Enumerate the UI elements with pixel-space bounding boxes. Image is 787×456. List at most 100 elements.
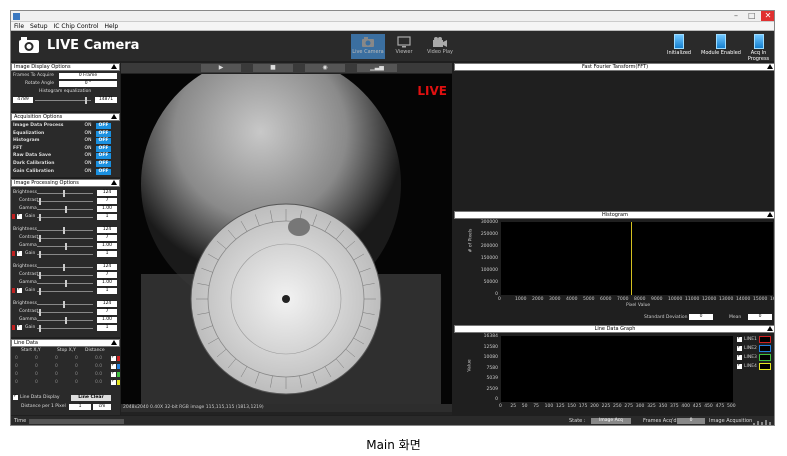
stop-button[interactable]: ■ [253, 64, 293, 72]
collapse-icon[interactable] [767, 212, 773, 217]
legend-checkbox[interactable] [737, 335, 742, 342]
contrast-value[interactable]: 7 [97, 309, 117, 315]
gamma-slider[interactable] [37, 206, 93, 213]
line-visible-checkbox[interactable] [111, 354, 116, 361]
slider-thumb[interactable] [39, 325, 41, 332]
live-image[interactable]: LIVE [121, 74, 452, 404]
frames-input[interactable]: 0 Frame [59, 73, 117, 79]
maximize-button[interactable]: □ [748, 11, 756, 21]
toggle-off[interactable]: OFF [96, 161, 111, 167]
menu-setup[interactable]: Setup [27, 22, 50, 31]
menu-ic-chip-control[interactable]: IC Chip Control [51, 22, 102, 31]
toolbar-video-play[interactable]: Video Play [423, 34, 457, 59]
toggle-on[interactable]: ON [81, 161, 95, 167]
slider-thumb[interactable] [39, 251, 41, 258]
slider-thumb[interactable] [39, 214, 41, 221]
brightness-slider[interactable] [37, 190, 93, 197]
brightness-value[interactable]: 124 [97, 301, 117, 307]
slider-thumb[interactable] [63, 301, 65, 308]
acq-toggle[interactable]: ON OFF [81, 130, 111, 137]
acq-toggle[interactable]: ON OFF [81, 138, 111, 145]
line-visible-checkbox[interactable] [111, 370, 116, 377]
slider-thumb[interactable] [63, 227, 65, 234]
slider-thumb[interactable] [39, 198, 41, 205]
gamma-value[interactable]: 1.00 [97, 206, 117, 212]
gain-slider[interactable] [37, 288, 93, 295]
menu-file[interactable]: File [11, 22, 27, 31]
line-clear-button[interactable]: Line Clear [71, 395, 111, 401]
toggle-off[interactable]: OFF [96, 168, 111, 175]
hist-max-input[interactable]: 14871 [95, 97, 117, 103]
line-display-checkbox[interactable] [13, 393, 18, 400]
gamma-slider[interactable] [37, 280, 93, 287]
slider-thumb[interactable] [39, 272, 41, 279]
brightness-slider[interactable] [37, 227, 93, 234]
slider-thumb[interactable] [65, 206, 67, 213]
gain-checkbox[interactable] [17, 286, 22, 293]
gain-checkbox[interactable] [17, 212, 22, 219]
gain-slider[interactable] [37, 325, 93, 332]
contrast-slider[interactable] [37, 309, 93, 316]
gain-value[interactable]: 1 [97, 214, 117, 220]
acq-toggle[interactable]: ON OFF [81, 168, 111, 175]
menu-help[interactable]: Help [101, 22, 121, 31]
slider-thumb[interactable] [39, 309, 41, 316]
collapse-icon[interactable] [767, 326, 773, 331]
legend-checkbox[interactable] [737, 344, 742, 351]
toggle-on[interactable]: ON [81, 169, 95, 175]
hist-min-input[interactable]: 4789 [13, 97, 33, 103]
gain-value[interactable]: 1 [97, 251, 117, 257]
slider-thumb[interactable] [63, 264, 65, 271]
slider-thumb[interactable] [39, 235, 41, 242]
slider-thumb[interactable] [65, 317, 67, 324]
line-visible-checkbox[interactable] [111, 362, 116, 369]
brightness-slider[interactable] [37, 264, 93, 271]
toggle-off[interactable]: OFF [96, 153, 111, 160]
toggle-on[interactable]: ON [81, 138, 95, 144]
gamma-slider[interactable] [37, 243, 93, 250]
gain-checkbox[interactable] [17, 249, 22, 256]
gain-checkbox[interactable] [17, 323, 22, 330]
collapse-icon[interactable] [111, 340, 117, 345]
collapse-icon[interactable] [111, 114, 117, 119]
legend-checkbox[interactable] [737, 362, 742, 369]
brightness-slider[interactable] [37, 301, 93, 308]
contrast-value[interactable]: 7 [97, 198, 117, 204]
slider-thumb[interactable] [39, 288, 41, 295]
minimize-button[interactable]: – [734, 11, 738, 21]
gamma-value[interactable]: 1.00 [97, 280, 117, 286]
acq-toggle[interactable]: ON OFF [81, 145, 111, 152]
acq-toggle[interactable]: ON OFF [81, 153, 111, 160]
dist-unit[interactable]: cm [93, 404, 111, 410]
contrast-slider[interactable] [37, 235, 93, 242]
brightness-value[interactable]: 124 [97, 264, 117, 270]
collapse-icon[interactable] [767, 64, 773, 69]
toggle-on[interactable]: ON [81, 146, 95, 152]
toggle-off[interactable]: OFF [96, 145, 111, 152]
contrast-slider[interactable] [37, 272, 93, 279]
dist-per-pixel-input[interactable]: 1 [69, 404, 91, 410]
gain-value[interactable]: 1 [97, 325, 117, 331]
slider-thumb[interactable] [65, 280, 67, 287]
view-button[interactable]: ◉ [305, 64, 345, 72]
gamma-value[interactable]: 1.00 [97, 243, 117, 249]
gain-slider[interactable] [37, 214, 93, 221]
toolbar-live-camera[interactable]: Live Camera [351, 34, 385, 59]
gain-value[interactable]: 1 [97, 288, 117, 294]
slider-thumb[interactable] [63, 190, 65, 197]
brightness-value[interactable]: 124 [97, 190, 117, 196]
slider-thumb[interactable] [65, 243, 67, 250]
toolbar-viewer[interactable]: Viewer [387, 34, 421, 59]
contrast-value[interactable]: 7 [97, 272, 117, 278]
gain-slider[interactable] [37, 251, 93, 258]
contrast-slider[interactable] [37, 198, 93, 205]
toggle-on[interactable]: ON [81, 131, 95, 137]
play-button[interactable]: ▶ [201, 64, 241, 72]
line-visible-checkbox[interactable] [111, 378, 116, 385]
acq-toggle[interactable]: ON OFF [81, 123, 111, 129]
gamma-value[interactable]: 1.00 [97, 317, 117, 323]
hist-slider[interactable] [35, 97, 91, 104]
rotate-input[interactable]: 0 ° [59, 81, 117, 87]
toggle-on[interactable]: ON [81, 153, 95, 159]
close-button[interactable]: ✕ [761, 11, 774, 21]
